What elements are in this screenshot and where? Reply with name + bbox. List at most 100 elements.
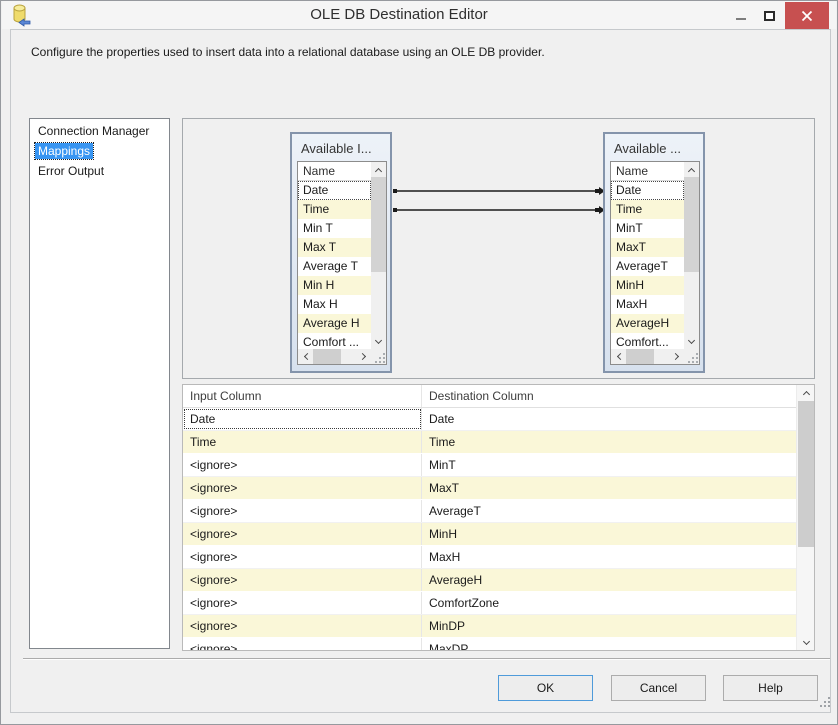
destination-box-resize-grip[interactable] [684, 349, 699, 364]
maximize-icon [763, 10, 775, 21]
input-name-column-header[interactable]: Name [298, 162, 371, 181]
minimize-button[interactable] [729, 2, 753, 29]
grip-dots-icon [688, 353, 698, 363]
list-item[interactable]: Time [611, 200, 684, 219]
available-input-columns-list: Name Date Time Min T Max T Average T Min… [297, 161, 387, 365]
input-column-cell[interactable]: <ignore> [183, 454, 422, 476]
available-destination-columns-title[interactable]: Available ... [605, 134, 703, 163]
sidebar-item-connection-manager[interactable]: Connection Manager [31, 121, 168, 141]
destination-column-cell[interactable]: ComfortZone [422, 592, 796, 614]
close-button[interactable] [785, 2, 829, 29]
destination-column-cell[interactable]: AverageH [422, 569, 796, 591]
list-item[interactable]: Min T [298, 219, 371, 238]
button-separator [23, 658, 830, 660]
table-row: Date Date [183, 408, 796, 431]
scroll-up-icon[interactable] [371, 162, 386, 177]
input-column-cell[interactable]: Date [183, 408, 422, 430]
table-row: <ignore> MaxT [183, 477, 796, 500]
list-item[interactable]: AverageH [611, 314, 684, 333]
scroll-left-icon[interactable] [611, 349, 626, 364]
list-item[interactable]: MinT [611, 219, 684, 238]
destination-column-cell[interactable]: MaxH [422, 546, 796, 568]
scroll-up-icon[interactable] [797, 385, 814, 401]
available-input-columns-box: Available I... Name Date Time Min T Max … [290, 132, 392, 373]
destination-column-cell[interactable]: AverageT [422, 500, 796, 522]
destination-column-cell[interactable]: MaxT [422, 477, 796, 499]
available-destination-columns-list: Name Date Time MinT MaxT AverageT MinH M… [610, 161, 700, 365]
scrollbar-thumb[interactable] [684, 177, 699, 272]
list-item[interactable]: MinH [611, 276, 684, 295]
scroll-left-icon[interactable] [298, 349, 313, 364]
list-item[interactable]: MaxT [611, 238, 684, 257]
table-row: <ignore> AverageT [183, 500, 796, 523]
scrollbar-thumb[interactable] [371, 177, 386, 272]
destination-column-cell[interactable]: MinT [422, 454, 796, 476]
list-item[interactable]: AverageT [611, 257, 684, 276]
input-column-cell[interactable]: <ignore> [183, 546, 422, 568]
scroll-down-icon[interactable] [797, 634, 814, 650]
destination-column-cell[interactable]: Time [422, 431, 796, 453]
destination-column-header: Destination Column [429, 389, 534, 403]
list-item[interactable]: Max H [298, 295, 371, 314]
scrollbar-thumb[interactable] [626, 349, 654, 364]
title-bar[interactable]: OLE DB Destination Editor [2, 1, 836, 29]
input-column-cell[interactable]: <ignore> [183, 569, 422, 591]
list-item[interactable]: Average H [298, 314, 371, 333]
help-button[interactable]: Help [723, 675, 818, 701]
list-item[interactable]: MaxH [611, 295, 684, 314]
table-vertical-scrollbar[interactable] [796, 385, 814, 650]
ok-button[interactable]: OK [498, 675, 593, 701]
scroll-right-icon[interactable] [669, 349, 684, 364]
cancel-button[interactable]: Cancel [611, 675, 706, 701]
input-vertical-scrollbar[interactable] [371, 162, 386, 349]
input-column-cell[interactable]: <ignore> [183, 615, 422, 637]
input-column-cell[interactable]: <ignore> [183, 500, 422, 522]
mapping-connector-time[interactable] [393, 206, 605, 214]
scrollbar-thumb[interactable] [313, 349, 341, 364]
list-item[interactable]: Date [298, 181, 371, 200]
list-item[interactable]: Comfort... [611, 333, 684, 349]
available-input-columns-title[interactable]: Available I... [292, 134, 390, 163]
input-horizontal-scrollbar[interactable] [298, 349, 371, 364]
sidebar-item-mappings[interactable]: Mappings [31, 141, 168, 161]
destination-rows: Date Time MinT MaxT AverageT MinH MaxH A… [611, 181, 684, 349]
scroll-right-icon[interactable] [356, 349, 371, 364]
input-rows: Date Time Min T Max T Average T Min H Ma… [298, 181, 371, 349]
available-destination-columns-box: Available ... Name Date Time MinT MaxT A… [603, 132, 705, 373]
destination-vertical-scrollbar[interactable] [684, 162, 699, 349]
destination-name-column-header[interactable]: Name [611, 162, 684, 181]
scroll-down-icon[interactable] [684, 334, 699, 349]
input-column-cell[interactable]: <ignore> [183, 638, 422, 650]
scroll-up-icon[interactable] [684, 162, 699, 177]
input-box-resize-grip[interactable] [371, 349, 386, 364]
input-column-cell[interactable]: Time [183, 431, 422, 453]
mapping-connector-date[interactable] [393, 187, 605, 195]
ole-db-destination-database-icon [11, 4, 31, 27]
destination-column-cell[interactable]: MinDP [422, 615, 796, 637]
input-column-cell[interactable]: <ignore> [183, 592, 422, 614]
sidebar-item-error-output[interactable]: Error Output [31, 161, 168, 181]
input-column-cell[interactable]: <ignore> [183, 523, 422, 545]
destination-horizontal-scrollbar[interactable] [611, 349, 684, 364]
maximize-button[interactable] [757, 2, 781, 29]
input-column-cell[interactable]: <ignore> [183, 477, 422, 499]
scroll-down-icon[interactable] [371, 334, 386, 349]
table-row: <ignore> MinT [183, 454, 796, 477]
list-item[interactable]: Time [298, 200, 371, 219]
list-item[interactable]: Min H [298, 276, 371, 295]
pages-listbox: Connection Manager Mappings Error Output [29, 118, 170, 649]
scrollbar-thumb[interactable] [798, 401, 814, 547]
destination-column-cell[interactable]: MaxDP [422, 638, 796, 650]
list-item[interactable]: Average T [298, 257, 371, 276]
destination-column-cell[interactable]: MinH [422, 523, 796, 545]
destination-column-cell[interactable]: Date [422, 408, 796, 430]
window-title: OLE DB Destination Editor [310, 6, 488, 23]
dialog-description: Configure the properties used to insert … [31, 45, 545, 59]
list-item[interactable]: Max T [298, 238, 371, 257]
list-item[interactable]: Date [611, 181, 684, 200]
list-item[interactable]: Comfort ... [298, 333, 371, 349]
dialog-resize-grip[interactable] [819, 696, 831, 711]
close-icon [801, 10, 813, 21]
table-row: <ignore> ComfortZone [183, 592, 796, 615]
mapping-table: Input Column Destination Column Date Dat… [182, 384, 815, 651]
